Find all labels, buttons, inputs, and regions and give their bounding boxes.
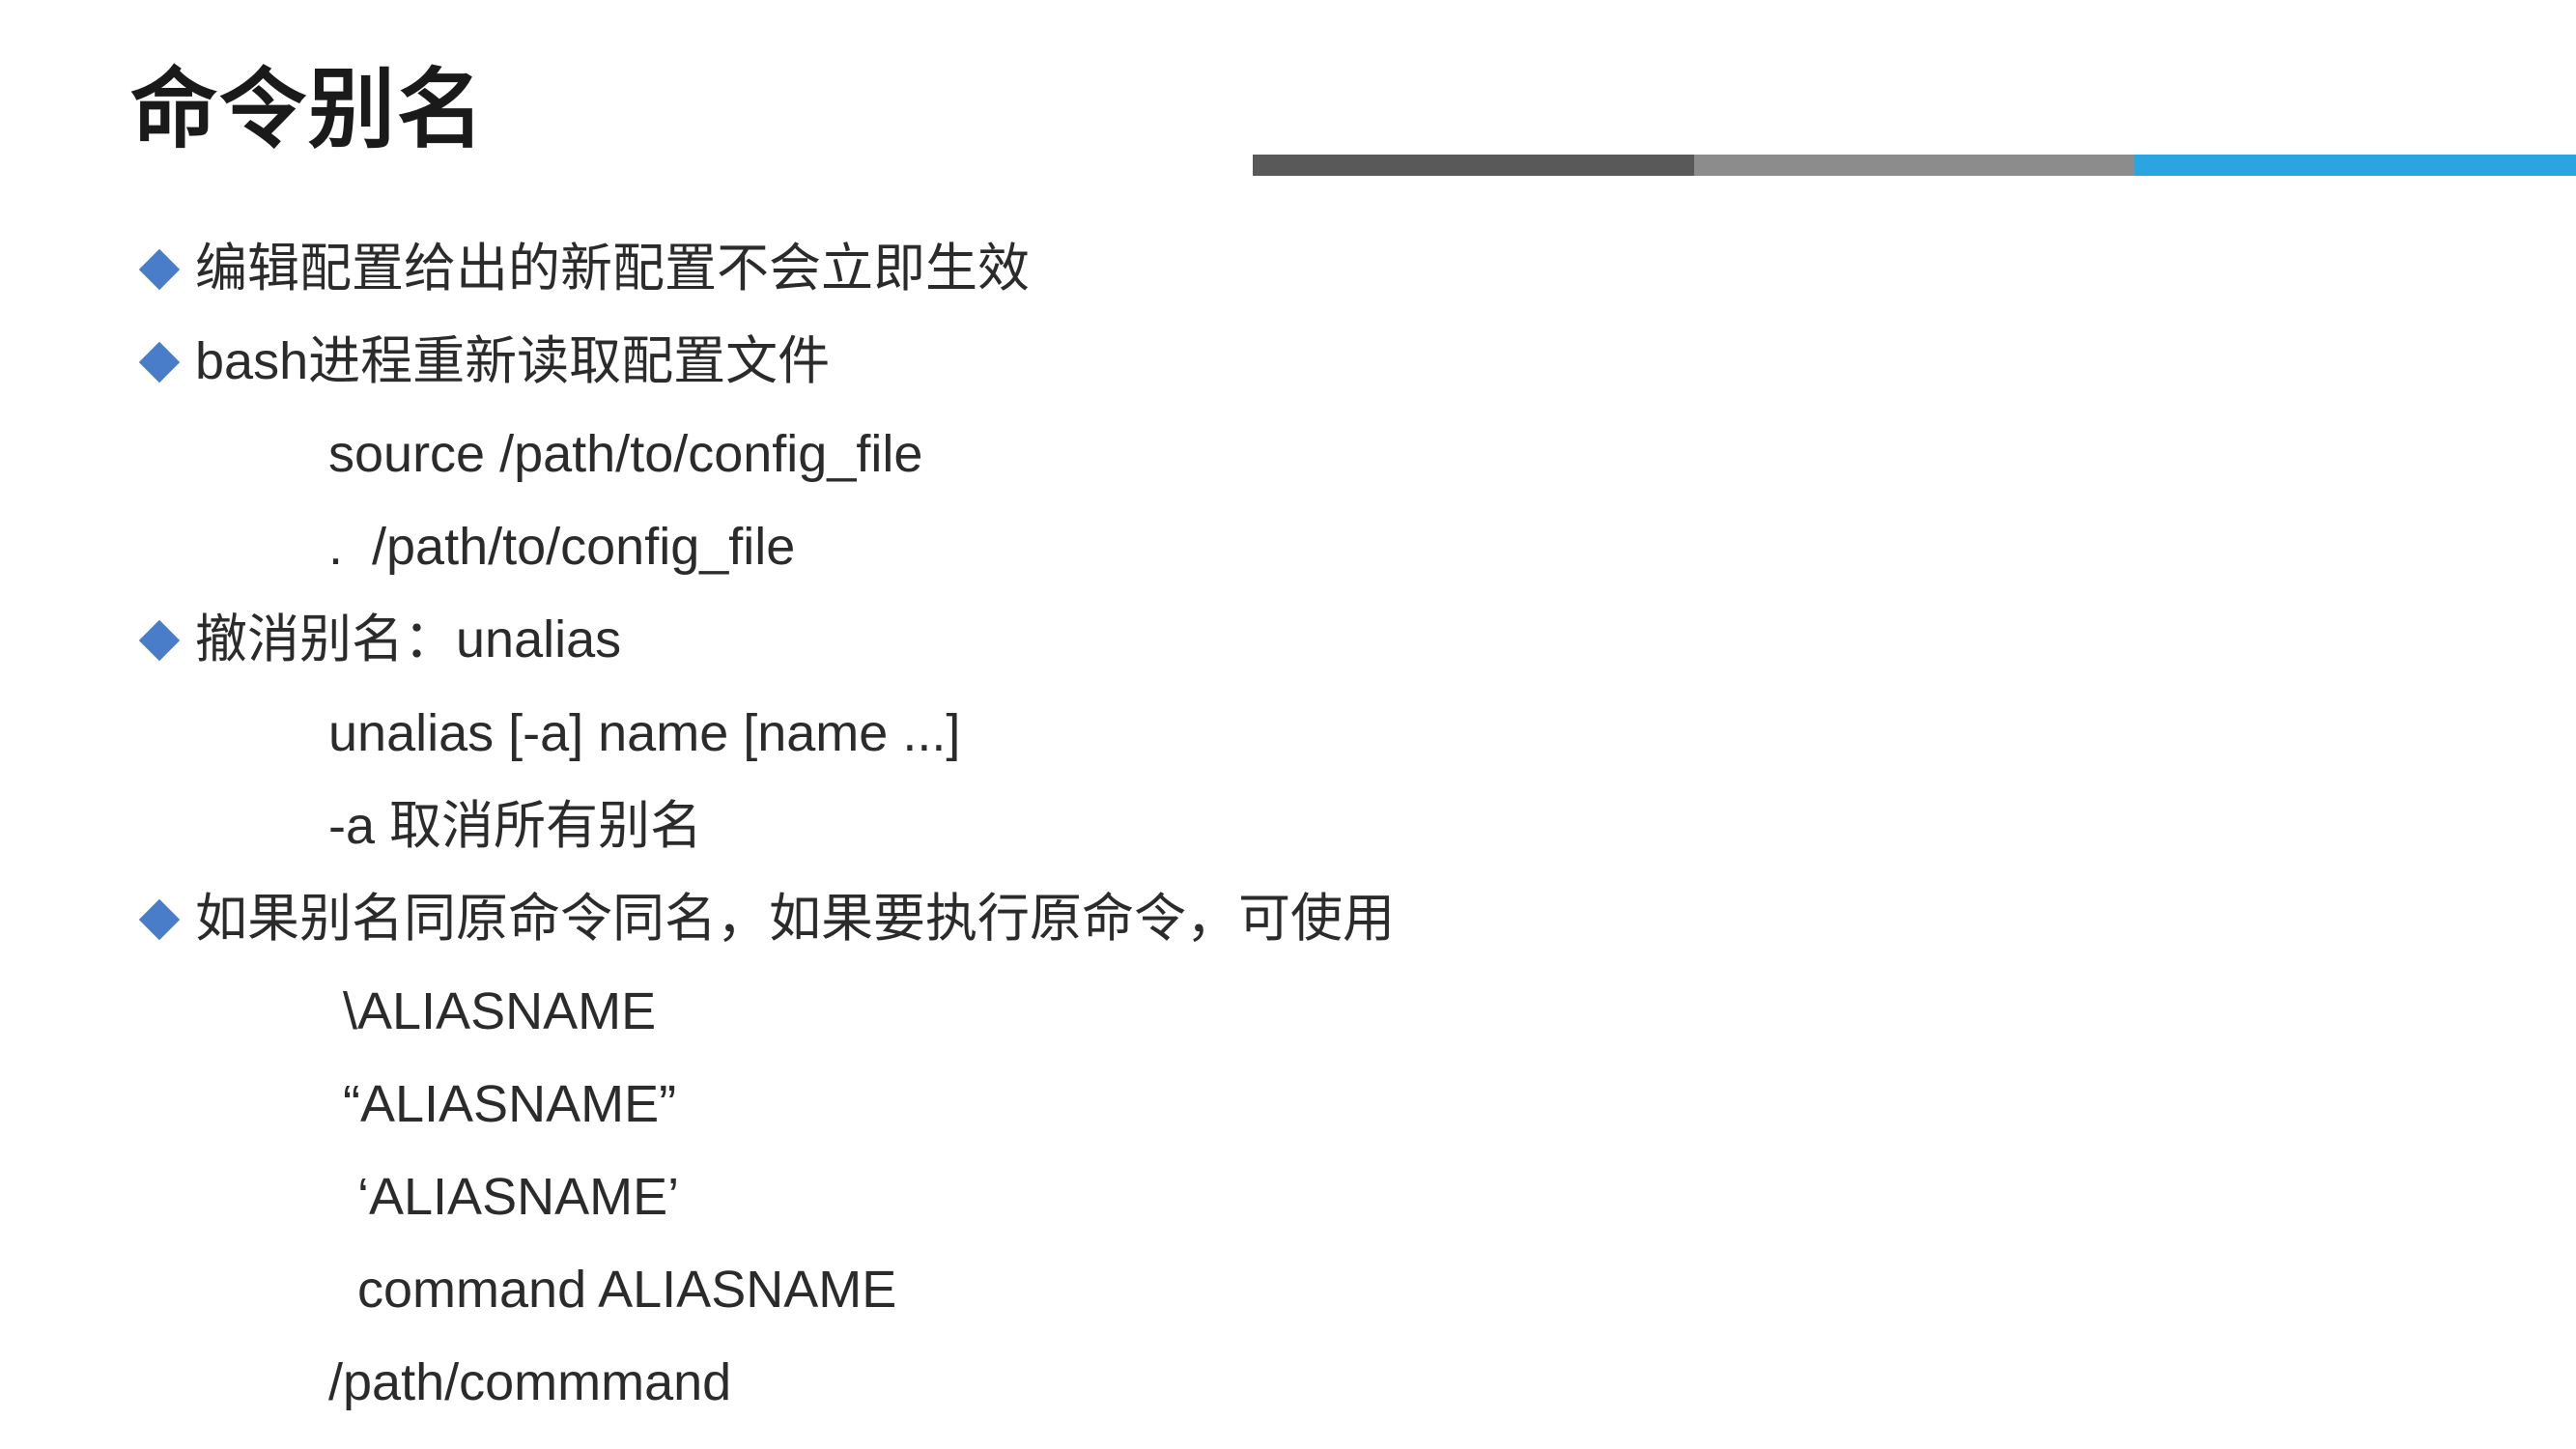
sub-lines: \ALIASNAME “ALIASNAME” ‘ALIASNAME’ comma… <box>145 965 1395 1430</box>
sub-lines: source /path/to/config_file . /path/to/c… <box>145 408 1395 593</box>
bullet-text: 如果别名同原命令同名，如果要执行原命令，可使用 <box>195 872 1395 965</box>
bullet-text: 编辑配置给出的新配置不会立即生效 <box>195 222 1030 315</box>
accent-bar <box>1253 155 2576 176</box>
bullet-diamond-icon <box>139 342 180 383</box>
bullet-diamond-icon <box>139 899 180 940</box>
slide-title: 命令别名 <box>130 39 486 164</box>
slide: 命令别名 编辑配置给出的新配置不会立即生效 bash进程重新读取配置文件 sou… <box>0 0 2576 1449</box>
sub-line: “ALIASNAME” <box>328 1058 1395 1151</box>
sub-lines: unalias [-a] name [name ...] -a 取消所有别名 <box>145 687 1395 872</box>
bullet-diamond-icon <box>139 249 180 290</box>
accent-segment-blue <box>2135 155 2576 176</box>
sub-line: unalias [-a] name [name ...] <box>328 687 1395 780</box>
bullet-item: 编辑配置给出的新配置不会立即生效 <box>145 222 1395 315</box>
bullet-diamond-icon <box>139 620 180 661</box>
bullet-text: bash进程重新读取配置文件 <box>195 315 830 408</box>
bullet-item: 撤消别名：unalias <box>145 593 1395 686</box>
sub-line: . /path/to/config_file <box>328 500 1395 593</box>
accent-segment-gray <box>1694 155 2136 176</box>
sub-line: \ALIASNAME <box>328 965 1395 1058</box>
sub-line: command ALIASNAME <box>328 1243 1395 1336</box>
bullet-item: 如果别名同原命令同名，如果要执行原命令，可使用 <box>145 872 1395 965</box>
bullet-item: bash进程重新读取配置文件 <box>145 315 1395 408</box>
sub-line: source /path/to/config_file <box>328 408 1395 500</box>
content-body: 编辑配置给出的新配置不会立即生效 bash进程重新读取配置文件 source /… <box>145 222 1395 1429</box>
accent-segment-dark <box>1253 155 1694 176</box>
sub-line: /path/commmand <box>328 1336 1395 1429</box>
bullet-text: 撤消别名：unalias <box>195 593 621 686</box>
sub-line: -a 取消所有别名 <box>328 780 1395 872</box>
sub-line: ‘ALIASNAME’ <box>328 1151 1395 1243</box>
